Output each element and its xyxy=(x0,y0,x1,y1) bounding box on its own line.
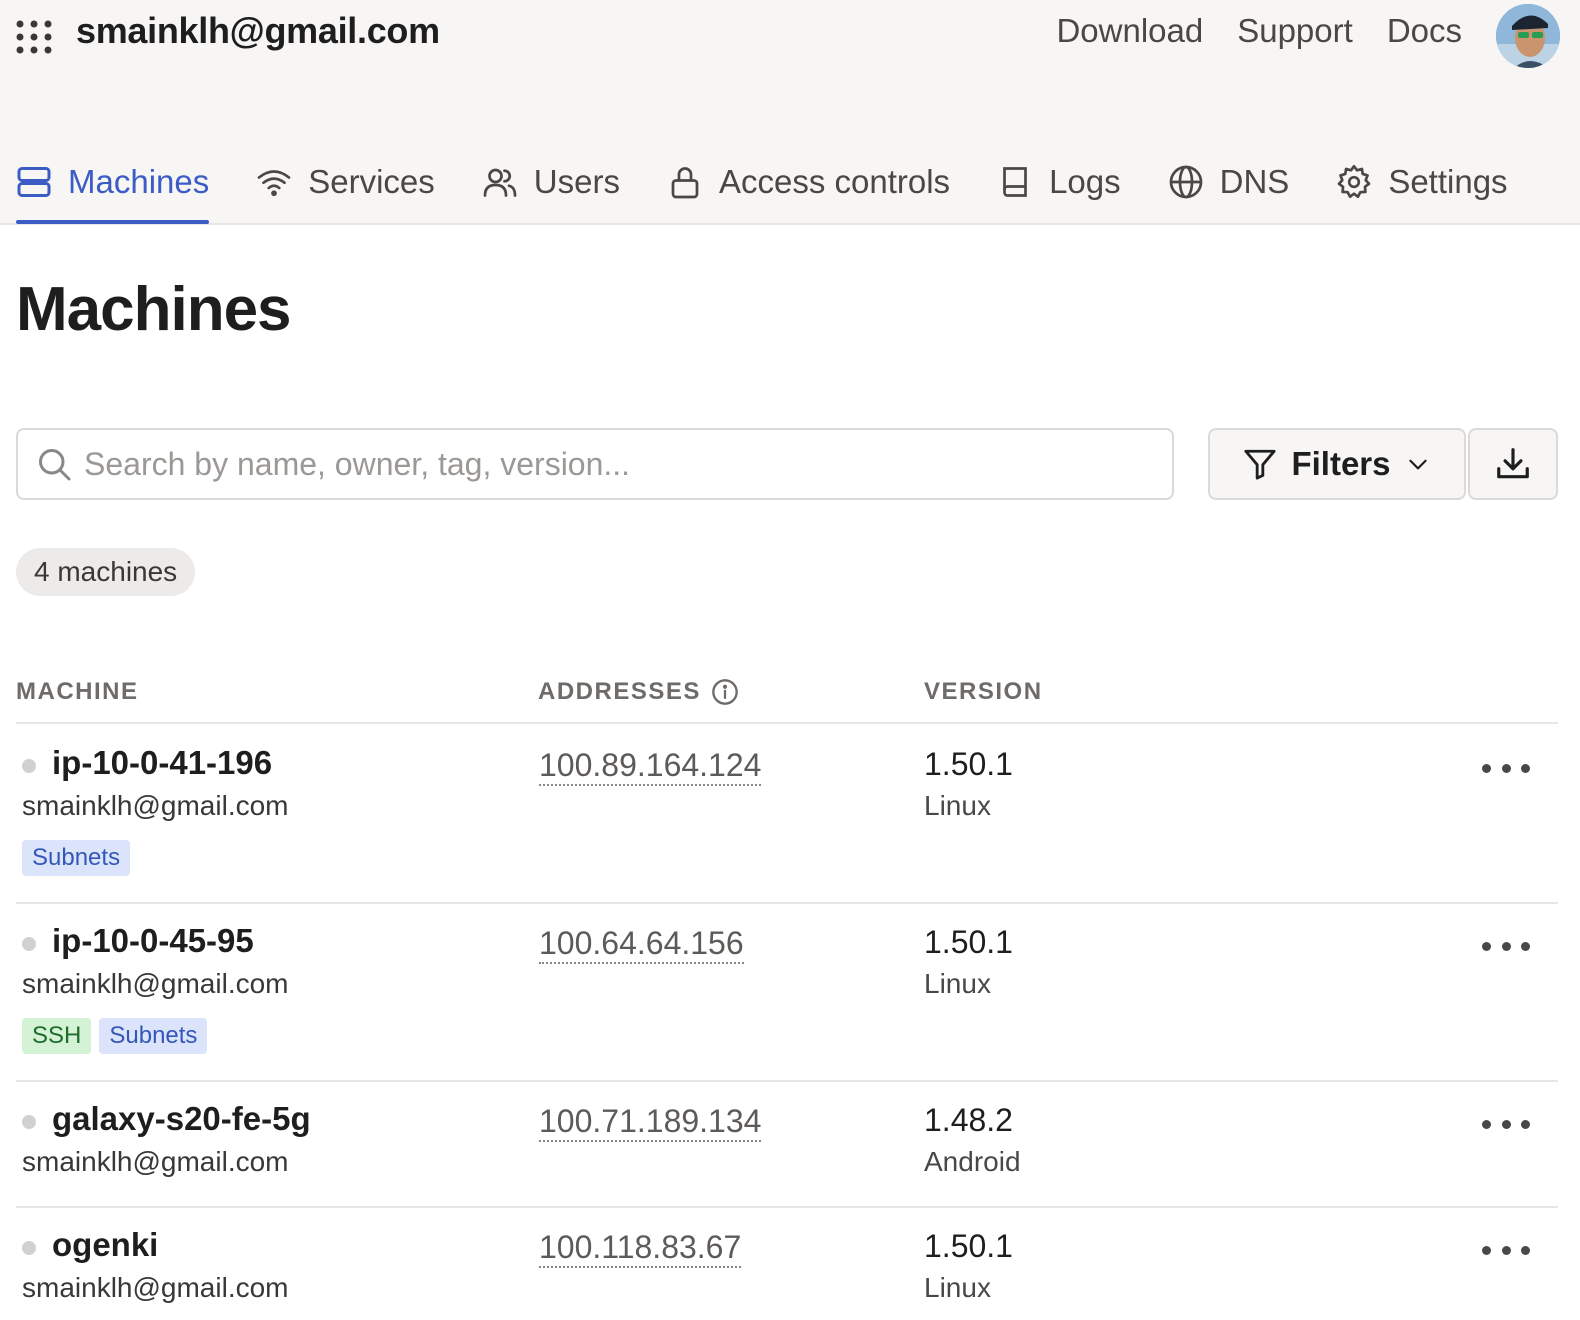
chevron-down-icon xyxy=(1408,459,1427,470)
machine-version: 1.50.1 xyxy=(924,924,1013,960)
tag-subnets: Subnets xyxy=(99,1018,208,1054)
filters-button[interactable]: Filters xyxy=(1208,428,1466,500)
account-switcher[interactable]: smainklh@gmail.com xyxy=(76,10,440,52)
machine-tags: Subnets xyxy=(22,840,131,876)
export-button[interactable] xyxy=(1468,428,1558,500)
top-header: smainklh@gmail.com Download Support Docs… xyxy=(0,0,1580,225)
tab-access-controls[interactable]: Access controls xyxy=(667,140,950,224)
table-header: MACHINE ADDRESSES VERSION xyxy=(16,670,1558,724)
machine-name[interactable]: galaxy-s20-fe-5g xyxy=(52,1100,311,1138)
status-dot xyxy=(22,937,36,951)
tag-subnets: Subnets xyxy=(22,840,131,876)
column-header-machine[interactable]: MACHINE xyxy=(16,678,139,706)
search-icon xyxy=(39,449,71,481)
more-menu-icon[interactable] xyxy=(1482,1240,1530,1260)
machine-name[interactable]: ip-10-0-41-196 xyxy=(52,744,272,782)
tab-label: Settings xyxy=(1388,163,1508,200)
app-grid-icon[interactable] xyxy=(14,16,54,56)
column-header-label: ADDRESSES xyxy=(538,678,701,705)
machine-owner: smainklh@gmail.com xyxy=(22,1146,289,1177)
top-links: Download Support Docs xyxy=(1056,12,1462,50)
tab-label: Users xyxy=(533,163,620,200)
globe-icon xyxy=(1169,165,1202,199)
status-dot xyxy=(22,1241,36,1255)
tab-label: Logs xyxy=(1049,163,1121,200)
users-icon xyxy=(483,168,517,197)
info-icon[interactable] xyxy=(711,678,739,706)
book-icon xyxy=(1003,167,1027,197)
search-input[interactable] xyxy=(84,445,1172,483)
tab-label: Services xyxy=(308,163,435,200)
tab-logs[interactable]: Logs xyxy=(997,140,1121,224)
lock-icon xyxy=(671,167,699,199)
more-menu-icon[interactable] xyxy=(1482,936,1530,956)
tab-users[interactable]: Users xyxy=(482,140,620,224)
more-menu-icon[interactable] xyxy=(1482,1114,1530,1134)
machine-os: Linux xyxy=(924,968,991,999)
server-icon xyxy=(17,167,51,197)
status-dot xyxy=(22,1115,36,1129)
machine-address[interactable]: 100.64.64.156 xyxy=(539,924,744,964)
machine-owner: smainklh@gmail.com xyxy=(22,1272,289,1303)
machine-version: 1.50.1 xyxy=(924,746,1013,782)
table-row[interactable]: galaxy-s20-fe-5g smainklh@gmail.com 100.… xyxy=(16,1082,1558,1208)
machine-os: Linux xyxy=(924,790,991,821)
machine-owner: smainklh@gmail.com xyxy=(22,790,289,821)
gear-icon xyxy=(1337,164,1371,199)
machine-owner: smainklh@gmail.com xyxy=(22,968,289,999)
machine-os: Linux xyxy=(924,1272,991,1303)
machine-name[interactable]: ogenki xyxy=(52,1226,158,1264)
column-header-addresses: ADDRESSES xyxy=(538,678,739,706)
avatar[interactable] xyxy=(1496,4,1560,68)
machine-tags: SSH Subnets xyxy=(22,1018,208,1054)
filters-label: Filters xyxy=(1291,445,1391,482)
table-row[interactable]: ip-10-0-45-95 smainklh@gmail.com SSH Sub… xyxy=(16,904,1558,1082)
download-link[interactable]: Download xyxy=(1056,12,1203,50)
search-box[interactable] xyxy=(16,428,1174,500)
machine-name[interactable]: ip-10-0-45-95 xyxy=(52,922,254,960)
wifi-icon xyxy=(257,170,291,197)
tab-label: DNS xyxy=(1219,163,1290,200)
support-link[interactable]: Support xyxy=(1237,12,1353,50)
tag-ssh: SSH xyxy=(22,1018,92,1054)
main-nav: Machines Services Users Access controls … xyxy=(16,140,1555,224)
machine-version: 1.50.1 xyxy=(924,1228,1013,1264)
status-dot xyxy=(22,759,36,773)
table-row[interactable]: ogenki smainklh@gmail.com 100.118.83.67 … xyxy=(16,1208,1558,1320)
page-title: Machines xyxy=(16,275,292,344)
tab-settings[interactable]: Settings xyxy=(1336,140,1508,224)
machine-address[interactable]: 100.118.83.67 xyxy=(539,1228,742,1268)
machine-count-badge: 4 machines xyxy=(16,548,196,596)
tab-machines[interactable]: Machines xyxy=(16,140,210,224)
more-menu-icon[interactable] xyxy=(1482,758,1530,778)
table-row[interactable]: ip-10-0-41-196 smainklh@gmail.com Subnet… xyxy=(16,726,1558,904)
docs-link[interactable]: Docs xyxy=(1387,12,1462,50)
tab-label: Access controls xyxy=(718,163,951,200)
machine-version: 1.48.2 xyxy=(924,1102,1013,1138)
tab-label: Machines xyxy=(68,163,210,200)
machine-os: Android xyxy=(924,1146,1021,1177)
machine-address[interactable]: 100.71.189.134 xyxy=(539,1102,762,1142)
tab-dns[interactable]: DNS xyxy=(1168,140,1290,224)
tab-services[interactable]: Services xyxy=(256,140,435,224)
machine-address[interactable]: 100.89.164.124 xyxy=(539,746,762,786)
download-icon xyxy=(1497,448,1529,479)
filter-icon xyxy=(1244,449,1277,480)
column-header-version: VERSION xyxy=(924,678,1043,705)
